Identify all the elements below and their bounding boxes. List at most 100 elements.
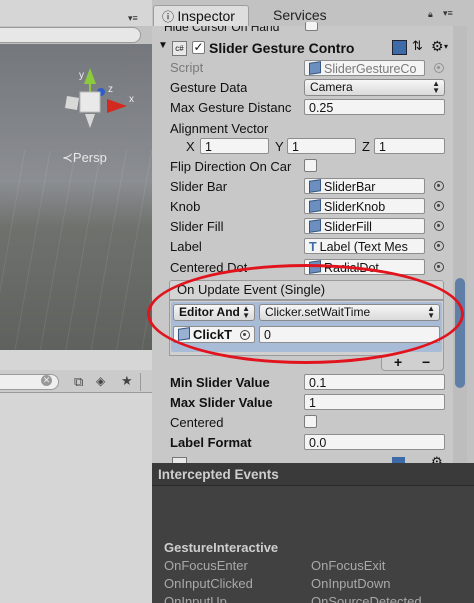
gizmo-y-axis[interactable]: [84, 68, 96, 84]
tab-menu-icon[interactable]: ▾≡: [443, 8, 453, 19]
scene-gizmo-icon[interactable]: y z x: [55, 62, 135, 142]
tab-services[interactable]: Services: [265, 5, 335, 26]
max-gesture-label: Max Gesture Distanc: [170, 100, 292, 115]
min-slider-label: Min Slider Value: [170, 375, 270, 390]
event-item: OnInputClicked: [164, 576, 253, 591]
svg-text:z: z: [108, 84, 113, 95]
gizmo-center[interactable]: [79, 91, 101, 113]
slider-fill-value: SliderFill: [324, 220, 372, 234]
gameobject-icon: [309, 260, 321, 274]
text-mesh-icon: T: [309, 240, 317, 254]
gameobject-icon: [309, 179, 321, 193]
slider-bar-label: Slider Bar: [170, 179, 228, 194]
label-filter-icon[interactable]: ⧉: [74, 374, 83, 390]
flip-direction-checkbox[interactable]: [304, 159, 317, 172]
splitter[interactable]: [140, 373, 141, 391]
function-value: Clicker.setWaitTime: [265, 305, 371, 319]
centered-dot-label: Centered Dot: [170, 260, 248, 275]
knob-field[interactable]: SliderKnob: [304, 198, 425, 214]
gesture-interactive-heading: GestureInteractive: [164, 540, 279, 555]
settings-gear-icon[interactable]: ⚙: [431, 38, 444, 55]
gesture-data-value: Camera: [310, 80, 353, 94]
event-add-button[interactable]: +: [394, 354, 402, 370]
script-label: Script: [170, 60, 204, 75]
script-value: SliderGestureCo: [324, 62, 417, 76]
lock-icon[interactable]: 🔒︎: [428, 9, 433, 20]
hide-cursor-label: Hide Cursor On Hand: [164, 26, 280, 34]
centered-dot-field[interactable]: RadialDot: [304, 259, 425, 275]
next-gear-icon[interactable]: ⚙: [431, 455, 443, 463]
slider-bar-field[interactable]: SliderBar: [304, 178, 425, 194]
max-slider-label: Max Slider Value: [170, 395, 273, 410]
tag-icon[interactable]: ◈: [96, 374, 105, 388]
alignment-z-input[interactable]: 1: [374, 138, 445, 154]
svg-text:y: y: [79, 70, 84, 81]
script-picker-icon: [434, 63, 444, 73]
preset-icon[interactable]: ⇅: [412, 38, 423, 54]
component-title: Slider Gesture Contro: [209, 40, 355, 56]
slider-bar-value: SliderBar: [324, 180, 376, 194]
script-field: SliderGestureCo: [304, 60, 425, 76]
tab-inspector[interactable]: ⓘ Inspector: [153, 5, 249, 27]
foldout-arrow-icon[interactable]: ▼: [158, 40, 168, 51]
knob-picker-icon[interactable]: [434, 201, 444, 211]
knob-value: SliderKnob: [324, 200, 386, 214]
max-slider-input[interactable]: 1: [304, 394, 445, 410]
event-argument-input[interactable]: 0: [259, 326, 440, 343]
event-item: OnFocusExit: [311, 558, 386, 573]
event-item: OnInputDown: [311, 576, 391, 591]
label-picker-icon[interactable]: [434, 241, 444, 251]
slider-fill-label: Slider Fill: [170, 219, 224, 234]
slider-fill-picker-icon[interactable]: [434, 221, 444, 231]
inspector-scrollbar[interactable]: [453, 26, 467, 463]
alignment-y-input[interactable]: 1: [287, 138, 356, 154]
alignment-x-input[interactable]: 1: [200, 138, 269, 154]
min-slider-input[interactable]: 0.1: [304, 374, 445, 390]
gesture-data-dropdown[interactable]: Camera ▲ ▼: [304, 79, 445, 96]
event-object-picker-icon[interactable]: [240, 330, 250, 340]
gizmo-x-axis[interactable]: [107, 99, 127, 113]
function-dropdown[interactable]: Clicker.setWaitTime ▲ ▼: [259, 304, 440, 321]
scene-search-input[interactable]: [0, 27, 141, 43]
clear-search-icon[interactable]: ✕: [41, 375, 52, 386]
event-item: OnInputUp: [164, 594, 227, 603]
hide-cursor-checkbox[interactable]: [305, 22, 318, 31]
label-label: Label: [170, 239, 202, 254]
knob-label: Knob: [170, 199, 201, 214]
event-item: OnSourceDetected: [311, 594, 422, 603]
gameobject-icon: [309, 199, 321, 213]
dropdown-arrows-icon: ▲ ▼: [427, 304, 435, 320]
scene-menu-icon[interactable]: ▾≡: [128, 13, 138, 24]
alignment-vector-label: Alignment Vector: [170, 121, 269, 136]
event-title: On Update Event (Single): [177, 282, 326, 297]
slider-bar-picker-icon[interactable]: [434, 181, 444, 191]
tab-inspector-label: Inspector: [177, 8, 235, 24]
script-file-icon: [309, 61, 321, 75]
runtime-dropdown[interactable]: Editor And ▲ ▼: [173, 304, 255, 321]
flip-direction-label: Flip Direction On Car: [170, 159, 292, 174]
label-format-input[interactable]: 0.0: [304, 434, 445, 450]
label-value: Label (Text Mes: [319, 240, 408, 254]
centered-dot-picker-icon[interactable]: [434, 262, 444, 272]
centered-label: Centered: [170, 415, 224, 430]
component-enabled-checkbox[interactable]: ✓: [192, 41, 205, 54]
favorite-star-icon[interactable]: ★: [121, 373, 133, 389]
max-gesture-input[interactable]: 0.25: [304, 99, 445, 115]
gear-dropdown-icon[interactable]: ▾: [444, 42, 448, 51]
gesture-data-label: Gesture Data: [170, 80, 248, 95]
event-item: OnFocusEnter: [164, 558, 248, 573]
scene-grid: [0, 150, 152, 350]
persp-label[interactable]: ≺Persp: [62, 150, 107, 166]
help-book-icon[interactable]: [392, 40, 407, 55]
slider-fill-field[interactable]: SliderFill: [304, 218, 425, 234]
centered-dot-value: RadialDot: [324, 261, 379, 275]
label-format-label: Label Format: [170, 435, 252, 450]
alignment-y-label: Y: [275, 139, 284, 154]
label-field[interactable]: T Label (Text Mes: [304, 238, 425, 254]
event-remove-button[interactable]: −: [422, 354, 430, 370]
alignment-x-label: X: [186, 139, 195, 154]
scrollbar-thumb[interactable]: [455, 278, 465, 388]
intercepted-events-title: Intercepted Events: [158, 467, 279, 482]
centered-checkbox[interactable]: [304, 415, 317, 428]
event-object-value: ClickT: [193, 327, 233, 342]
